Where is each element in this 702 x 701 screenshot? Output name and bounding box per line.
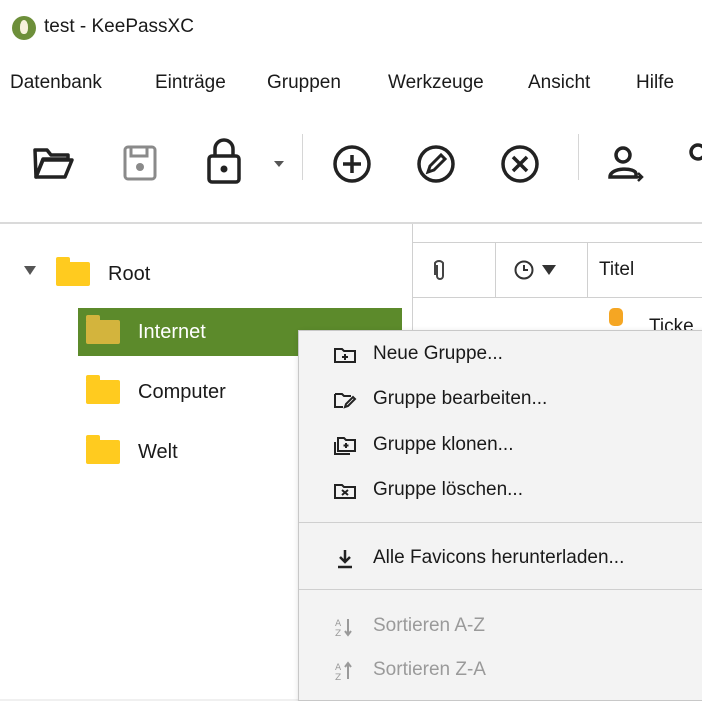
- entry-icon: [609, 308, 623, 326]
- menu-item-label: Gruppe bearbeiten...: [373, 388, 548, 409]
- tree-item-root[interactable]: Root: [56, 250, 356, 298]
- folder-icon: [56, 257, 90, 286]
- tree-item-label: Welt: [138, 440, 178, 463]
- menu-item-download-favicons[interactable]: Alle Favicons herunterladen...: [299, 537, 702, 581]
- toolbar-separator: [578, 134, 579, 180]
- menu-item-label: Alle Favicons herunterladen...: [373, 547, 625, 568]
- edit-group-icon: [334, 393, 357, 409]
- menu-bar: Datenbank Einträge Gruppen Werkzeuge Ans…: [0, 58, 702, 110]
- expand-arrow-icon[interactable]: [24, 266, 36, 275]
- menu-werkzeuge[interactable]: Werkzeuge: [388, 72, 484, 94]
- column-separator: [495, 243, 496, 297]
- save-icon[interactable]: [122, 144, 158, 182]
- sort-az-icon: A Z: [335, 619, 352, 637]
- download-icon: [338, 550, 352, 569]
- clone-group-icon: [334, 437, 356, 455]
- menu-ansicht[interactable]: Ansicht: [528, 72, 590, 94]
- folder-icon: [86, 435, 120, 464]
- menu-item-label: Sortieren Z-A: [373, 659, 486, 680]
- menu-datenbank[interactable]: Datenbank: [10, 72, 102, 94]
- lock-icon[interactable]: [206, 136, 242, 186]
- menu-eintraege[interactable]: Einträge: [155, 72, 226, 94]
- edit-entry-icon[interactable]: [416, 144, 456, 184]
- menu-gruppen[interactable]: Gruppen: [267, 72, 341, 94]
- svg-text:Z: Z: [335, 629, 341, 637]
- attachment-icon[interactable]: [433, 257, 447, 283]
- tree-item-label: Computer: [138, 380, 226, 403]
- menu-hilfe[interactable]: Hilfe: [636, 72, 674, 94]
- search-icon[interactable]: [688, 142, 702, 162]
- menu-item-sort-za[interactable]: A Z Sortieren Z-A: [299, 649, 702, 693]
- delete-entry-icon[interactable]: [500, 144, 540, 184]
- svg-text:Z: Z: [335, 673, 341, 681]
- svg-text:A: A: [335, 619, 342, 629]
- entry-table-header: Titel: [413, 242, 702, 298]
- window-title: test - KeePassXC: [44, 16, 194, 37]
- menu-item-delete-group[interactable]: Gruppe löschen...: [299, 469, 702, 513]
- menu-item-sort-az[interactable]: A Z Sortieren A-Z: [299, 605, 702, 649]
- tree-item-label: Root: [108, 262, 151, 285]
- menu-item-label: Gruppe löschen...: [373, 479, 523, 500]
- dropdown-arrow-icon[interactable]: [272, 159, 286, 169]
- column-header-title[interactable]: Titel: [599, 259, 634, 281]
- menu-separator: [299, 589, 702, 590]
- clock-icon[interactable]: [513, 259, 535, 281]
- tree-item-label: Internet: [138, 320, 206, 343]
- new-group-icon: [334, 348, 356, 363]
- menu-item-edit-group[interactable]: Gruppe bearbeiten...: [299, 378, 702, 422]
- menu-item-clone-group[interactable]: Gruppe klonen...: [299, 424, 702, 468]
- add-entry-icon[interactable]: [332, 144, 372, 184]
- menu-item-label: Gruppe klonen...: [373, 434, 514, 455]
- user-transfer-icon[interactable]: [606, 144, 646, 184]
- menu-item-new-group[interactable]: Neue Gruppe...: [299, 333, 702, 377]
- sort-down-icon[interactable]: [541, 264, 557, 276]
- menu-item-label: Sortieren A-Z: [373, 615, 485, 636]
- svg-text:A: A: [335, 663, 342, 673]
- title-bar: test - KeePassXC: [0, 0, 702, 58]
- keepassxc-logo-icon: [12, 16, 36, 40]
- toolbar: [0, 110, 702, 224]
- delete-group-icon: [334, 484, 356, 499]
- toolbar-separator: [302, 134, 303, 180]
- menu-separator: [299, 522, 702, 523]
- sort-za-icon: A Z: [335, 661, 352, 681]
- open-folder-icon[interactable]: [32, 146, 74, 182]
- menu-item-label: Neue Gruppe...: [373, 343, 503, 364]
- column-separator: [587, 243, 588, 297]
- context-menu: Neue Gruppe... Gruppe bearbeiten... Grup…: [298, 330, 702, 701]
- folder-icon: [86, 315, 120, 344]
- folder-icon: [86, 375, 120, 404]
